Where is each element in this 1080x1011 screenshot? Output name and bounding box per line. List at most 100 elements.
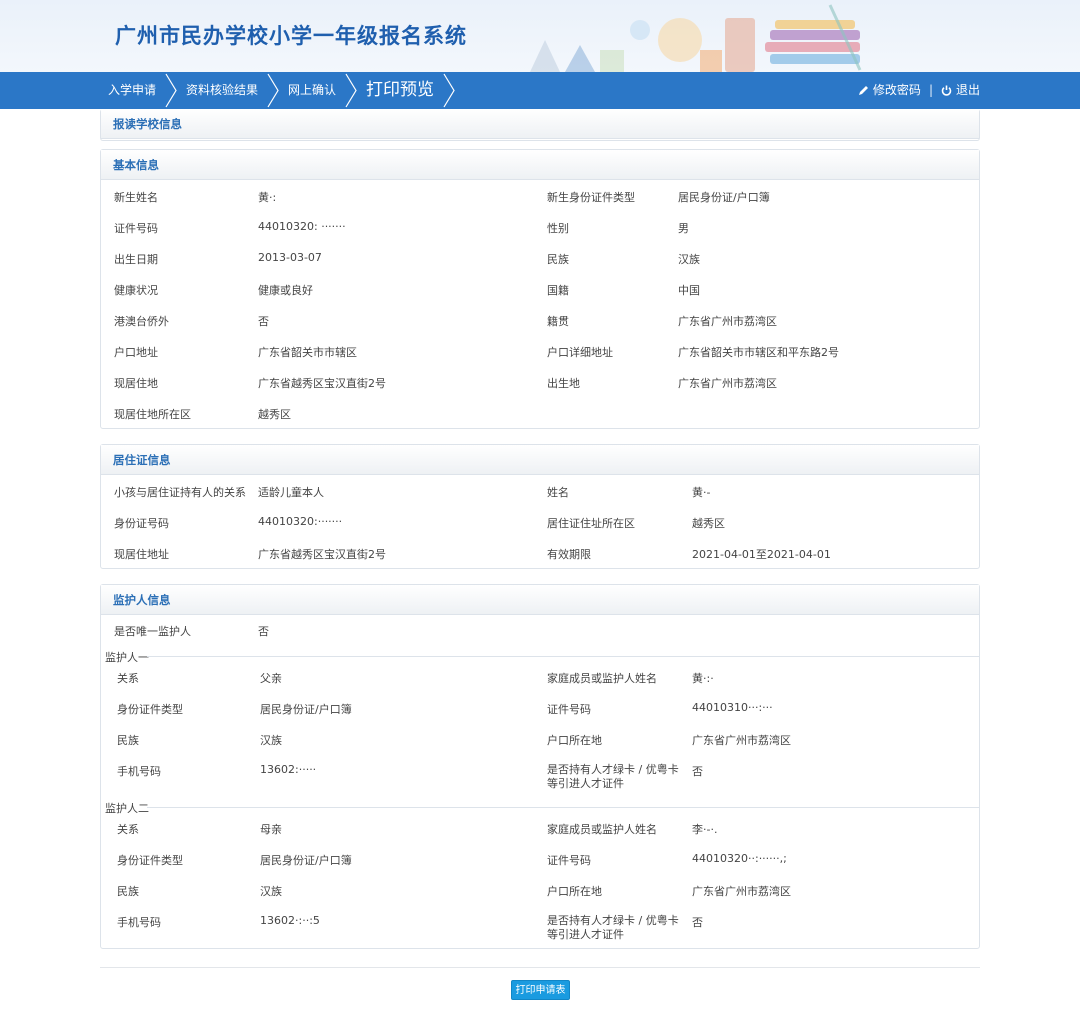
field-label: 户口所在地	[547, 734, 602, 747]
field-value: 汉族	[678, 253, 700, 266]
only-guardian-row: 是否唯一监护人 否	[101, 615, 981, 646]
info-row: 健康状况 健康或良好 国籍 中国	[101, 274, 981, 305]
field-label: 小孩与居住证持有人的关系	[114, 486, 246, 499]
field-label: 证件号码	[114, 222, 158, 235]
field-value: 13602:·····	[260, 763, 317, 776]
chevron-right-icon	[345, 73, 357, 108]
field-value: 父亲	[260, 672, 282, 685]
field-label: 是否持有人才绿卡 / 优粤卡等引进人才证件	[547, 763, 679, 790]
field-label: 是否唯一监护人	[114, 625, 191, 638]
step-verify-result[interactable]: 资料核验结果	[178, 72, 280, 109]
chevron-right-icon	[267, 73, 279, 108]
field-label: 民族	[117, 734, 139, 747]
field-value: 44010320··:······,;	[692, 852, 787, 865]
field-label: 现居住地	[114, 377, 158, 390]
field-label: 出生地	[547, 377, 580, 390]
field-value: 44010320:·······	[258, 515, 343, 528]
field-label: 是否持有人才绿卡 / 优粤卡等引进人才证件	[547, 914, 679, 941]
residence-info-panel: 居住证信息 小孩与居住证持有人的关系 适龄儿童本人 姓名 黄·- 身份证号码 440103…	[100, 444, 980, 569]
field-label: 有效期限	[547, 548, 591, 561]
field-label: 关系	[117, 823, 139, 836]
field-value: 黄·:·	[692, 672, 714, 685]
field-value: 否	[258, 625, 269, 638]
info-row: 民族 汉族 户口所在地 广东省广州市荔湾区	[101, 875, 981, 906]
top-nav-bar: 入学申请 资料核验结果 网上确认 打印预览 修改密码 | 退出	[0, 72, 1080, 109]
field-value: 居民身份证/户口簿	[260, 854, 352, 867]
info-row: 现居住地 广东省越秀区宝汉直街2号 出生地 广东省广州市荔湾区	[101, 367, 981, 398]
info-row: 身份证号码 44010320:······· 居住证住址所在区 越秀区	[101, 507, 981, 538]
field-label: 家庭成员或监护人姓名	[547, 672, 657, 685]
field-label: 家庭成员或监护人姓名	[547, 823, 657, 836]
field-value: 广东省越秀区宝汉直街2号	[258, 548, 386, 561]
guardian-info-panel: 监护人信息 是否唯一监护人 否 监护人一 关系 父亲 家庭成员或监护人姓名 黄·:· 身份…	[100, 584, 980, 949]
field-value: 李·-·.	[692, 823, 718, 836]
field-label: 现居住地址	[114, 548, 169, 561]
print-application-button[interactable]: 打印申请表	[511, 980, 570, 1000]
field-value: 母亲	[260, 823, 282, 836]
field-label: 户口详细地址	[547, 346, 613, 359]
field-value: 2021-04-01至2021-04-01	[692, 548, 831, 561]
info-row: 身份证件类型 居民身份证/户口簿 证件号码 44010310···:···	[101, 693, 981, 724]
field-value: 广东省韶关市市辖区	[258, 346, 357, 359]
field-value: 否	[692, 916, 703, 929]
info-row: 现居住地所在区 越秀区	[101, 398, 981, 429]
field-label: 身份证号码	[114, 517, 169, 530]
field-label: 姓名	[547, 486, 569, 499]
field-label: 手机号码	[117, 916, 161, 929]
field-value: 汉族	[260, 885, 282, 898]
info-row: 港澳台侨外 否 籍贯 广东省广州市荔湾区	[101, 305, 981, 336]
info-row: 证件号码 44010320: ······· 性别 男	[101, 212, 981, 243]
field-value: 健康或良好	[258, 284, 313, 297]
field-value: 男	[678, 222, 689, 235]
field-value: 汉族	[260, 734, 282, 747]
field-label: 关系	[117, 672, 139, 685]
basic-info-panel: 基本信息 新生姓名 黄·: 新生身份证件类型 居民身份证/户口簿 证件号码 4401032…	[100, 149, 980, 429]
field-label: 出生日期	[114, 253, 158, 266]
field-label: 港澳台侨外	[114, 315, 169, 328]
info-row: 身份证件类型 居民身份证/户口簿 证件号码 44010320··:······,;	[101, 844, 981, 875]
info-row: 关系 母亲 家庭成员或监护人姓名 李·-·.	[101, 813, 981, 844]
info-row: 新生姓名 黄·: 新生身份证件类型 居民身份证/户口簿	[101, 181, 981, 212]
footer-divider	[100, 967, 980, 968]
field-label: 新生身份证件类型	[547, 191, 635, 204]
info-row: 户口地址 广东省韶关市市辖区 户口详细地址 广东省韶关市市辖区和平东路2号	[101, 336, 981, 367]
field-value: 越秀区	[692, 517, 725, 530]
guardian-divider	[147, 807, 979, 808]
field-value: 中国	[678, 284, 700, 297]
panel-title: 监护人信息	[101, 585, 979, 615]
field-label: 现居住地所在区	[114, 408, 191, 421]
field-label: 民族	[117, 885, 139, 898]
field-value: 广东省越秀区宝汉直街2号	[258, 377, 386, 390]
field-value: 13602·:··:5	[260, 914, 320, 927]
panel-title: 基本信息	[101, 150, 979, 180]
panel-title: 居住证信息	[101, 445, 979, 475]
field-label: 籍贯	[547, 315, 569, 328]
guardian-divider	[147, 656, 979, 657]
field-label: 居住证住址所在区	[547, 517, 635, 530]
logout-link[interactable]: 退出	[941, 72, 980, 109]
field-label: 性别	[547, 222, 569, 235]
field-value: 广东省韶关市市辖区和平东路2号	[678, 346, 839, 359]
pencil-icon	[858, 86, 868, 95]
field-label: 民族	[547, 253, 569, 266]
chevron-right-icon	[165, 73, 177, 108]
chevron-right-icon	[443, 73, 455, 108]
step-breadcrumb: 入学申请 资料核验结果 网上确认 打印预览	[100, 72, 456, 109]
step-online-confirm[interactable]: 网上确认	[280, 72, 358, 109]
step-apply[interactable]: 入学申请	[100, 72, 178, 109]
change-password-link[interactable]: 修改密码	[858, 72, 921, 109]
header-banner: 广州市民办学校小学一年级报名系统	[0, 0, 1080, 72]
field-label: 身份证件类型	[117, 703, 183, 716]
info-row: 出生日期 2013-03-07 民族 汉族	[101, 243, 981, 274]
step-print-preview[interactable]: 打印预览	[358, 72, 456, 109]
field-label: 新生姓名	[114, 191, 158, 204]
field-label: 国籍	[547, 284, 569, 297]
field-value: 44010310···:···	[692, 701, 773, 714]
field-value: 广东省广州市荔湾区	[678, 315, 777, 328]
info-row: 关系 父亲 家庭成员或监护人姓名 黄·:·	[101, 662, 981, 693]
field-label: 户口地址	[114, 346, 158, 359]
banner-illustration	[530, 4, 862, 72]
field-value: 否	[258, 315, 269, 328]
panel-title: 报读学校信息	[101, 109, 979, 139]
field-value: 居民身份证/户口簿	[260, 703, 352, 716]
